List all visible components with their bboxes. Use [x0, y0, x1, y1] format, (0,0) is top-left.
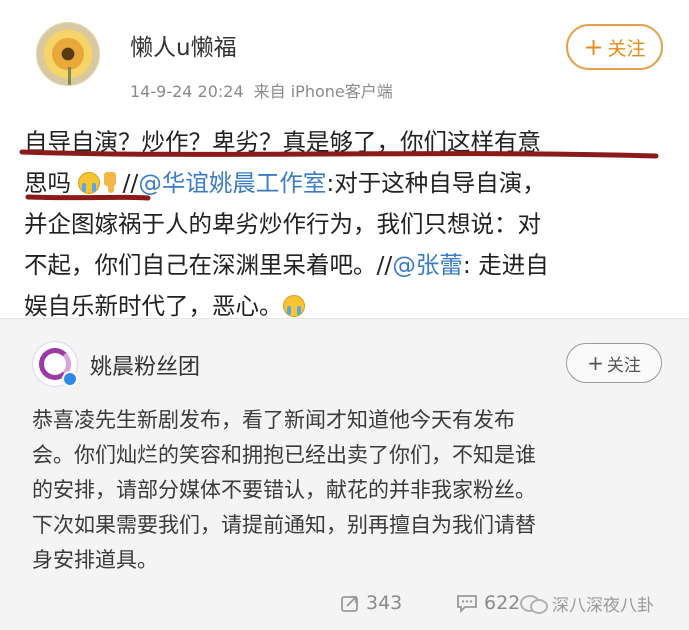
follow-label: 关注	[606, 355, 641, 376]
content-text: 不起，你们自己在深渊里呆着吧。//	[24, 251, 393, 279]
post-content: 自导自演？炒作？卑劣？真是够了，你们这样有意 思吗 //@华谊姚晨工作室:对于这…	[24, 122, 664, 327]
repost-follow-button[interactable]: + 关注	[566, 343, 662, 383]
repost-icon	[341, 596, 358, 612]
plus-icon: +	[583, 33, 604, 61]
comment-icon	[457, 595, 477, 613]
content-text: 娱自乐新时代了，恶心。	[24, 292, 283, 320]
content-line: 并企图嫁祸于人的卑劣炒作行为，我们只想说：对	[24, 210, 541, 238]
post-timestamp: 14-9-24 20:24	[130, 82, 244, 101]
comment-count: 622	[484, 592, 521, 614]
follow-label: 关注	[607, 37, 646, 60]
wechat-logo-icon	[520, 593, 548, 614]
repost-line: 恭喜凌先生新剧发布，看了新闻才知道他今天有发布	[32, 408, 515, 432]
verified-badge-icon	[62, 371, 78, 387]
plus-icon: +	[587, 351, 604, 375]
reposted-card[interactable]: 姚晨粉丝团 + 关注 恭喜凌先生新剧发布，看了新闻才知道他今天有发布 会。你们灿…	[0, 318, 689, 630]
mention-link[interactable]: @华谊姚晨工作室	[138, 169, 326, 197]
watermark: 深八深夜八卦	[520, 587, 654, 619]
watermark-text: 深八深夜八卦	[552, 595, 654, 616]
content-text: //	[122, 169, 139, 197]
follow-button[interactable]: + 关注	[566, 24, 663, 70]
repost-count: 343	[366, 592, 403, 614]
author-name[interactable]: 懒人u懒福	[130, 28, 237, 62]
repost-line: 下次如果需要我们，请提前通知，别再擅自为我们请替	[32, 513, 536, 537]
repost-count-button[interactable]: 343	[340, 587, 402, 619]
repost-content: 恭喜凌先生新剧发布，看了新闻才知道他今天有发布 会。你们灿烂的笑容和拥抱已经出卖…	[32, 403, 662, 578]
content-line: 思吗 //@华谊姚晨工作室:对于这种自导自演，	[24, 163, 664, 204]
content-text: 思吗	[24, 169, 71, 197]
content-text: : 走进自	[462, 251, 549, 279]
author-avatar[interactable]	[36, 22, 100, 86]
crying-emoji-icon	[78, 172, 101, 194]
repost-author-name[interactable]: 姚晨粉丝团	[90, 349, 200, 381]
post-meta: 14-9-24 20:24 来自 iPhone客户端	[130, 78, 393, 102]
post-source: 来自 iPhone客户端	[253, 82, 393, 101]
thumbs-down-icon	[102, 172, 122, 194]
repost-line: 的安排，请部分媒体不要错认，献花的并非我家粉丝。	[32, 478, 536, 502]
stats-bar: 343 622 深八深夜八卦	[0, 587, 689, 619]
content-text: :对于这种自导自演，	[326, 169, 546, 197]
repost-line: 会。你们灿烂的笑容和拥抱已经出卖了你们，不知是谁	[32, 443, 536, 467]
repost-line: 身安排道具。	[32, 548, 158, 572]
content-line: 自导自演？炒作？卑劣？真是够了，你们这样有意	[24, 128, 541, 156]
original-post: 懒人u懒福 14-9-24 20:24 来自 iPhone客户端 + 关注 自导自…	[0, 0, 689, 320]
mention-link[interactable]: @张蕾	[392, 251, 463, 279]
content-line: 不起，你们自己在深渊里呆着吧。//@张蕾: 走进自	[24, 245, 664, 286]
comment-count-button[interactable]: 622	[456, 587, 520, 619]
crying-emoji-icon	[282, 295, 305, 317]
